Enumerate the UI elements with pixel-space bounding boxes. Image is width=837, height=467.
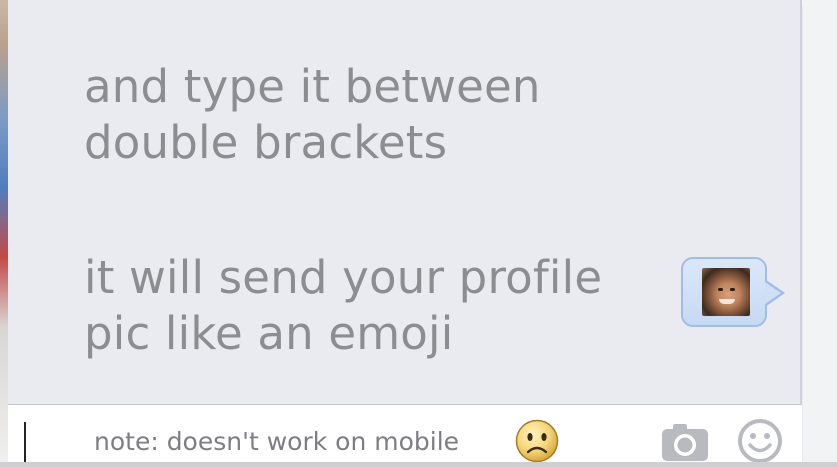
message-text: it will send your profile pic like an em…: [84, 251, 603, 360]
profile-eye: [730, 288, 735, 291]
bubble-tail-fill: [765, 282, 781, 304]
window-right-edge: [803, 0, 837, 467]
message-text: and type it between double brackets: [84, 60, 541, 169]
profile-eye: [718, 288, 723, 291]
text-cursor: [24, 422, 26, 462]
chat-window: and type it between double brackets it w…: [0, 0, 837, 467]
sad-face-emoji-icon: [515, 419, 559, 463]
composer-input-text[interactable]: note: doesn't work on mobile: [94, 425, 459, 459]
profile-picture-icon: [702, 268, 750, 316]
message-thread[interactable]: and type it between double brackets it w…: [8, 0, 802, 404]
background-page-edge: [0, 0, 8, 467]
window-bottom-edge: [0, 462, 837, 467]
profile-smile: [719, 299, 735, 304]
smiley-icon[interactable]: [737, 418, 783, 464]
camera-icon[interactable]: [660, 421, 710, 463]
